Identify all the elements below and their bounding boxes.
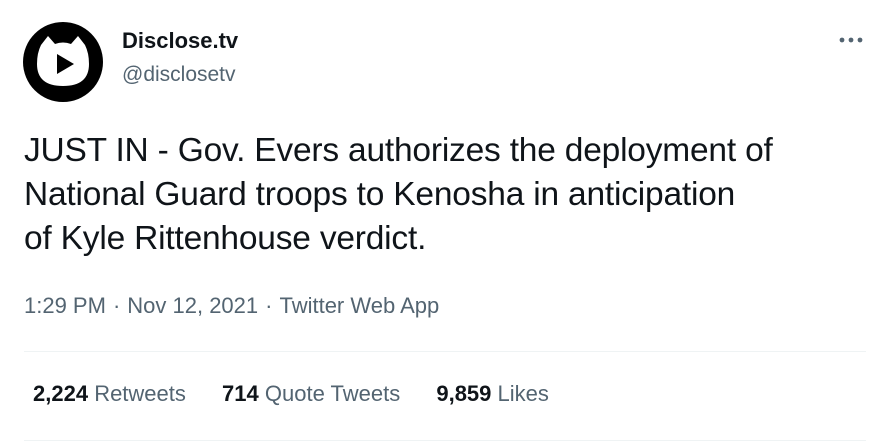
more-dots-icon: [839, 37, 863, 43]
tweet-detail: Disclose.tv @disclosetv JUST IN - Gov. E…: [0, 0, 894, 443]
tweet-text-line: JUST IN - Gov. Evers authorizes the depl…: [24, 132, 773, 169]
author-display-name[interactable]: Disclose.tv: [122, 26, 238, 56]
quote-tweets-count: 714: [222, 381, 259, 406]
tweet-date[interactable]: Nov 12, 2021: [127, 293, 258, 318]
retweets-count: 2,224: [33, 381, 89, 406]
quote-tweets-label: Quote Tweets: [264, 381, 401, 406]
tweet-text: JUST IN - Gov. Evers authorizes the depl…: [24, 129, 874, 261]
tweet-meta: 1:29 PM · Nov 12, 2021 · Twitter Web App: [24, 291, 439, 321]
retweets-label: Retweets: [94, 381, 186, 406]
engagement-stats: 2,224 Retweets 714 Quote Tweets 9,859 Li…: [33, 379, 579, 409]
retweets-stat[interactable]: 2,224 Retweets: [33, 379, 186, 409]
meta-separator: ·: [265, 293, 273, 318]
play-cat-logo-icon: [37, 36, 89, 86]
divider: [24, 440, 866, 441]
avatar[interactable]: [23, 22, 103, 102]
likes-stat[interactable]: 9,859 Likes: [436, 379, 549, 409]
likes-count: 9,859: [436, 381, 492, 406]
likes-label: Likes: [497, 381, 549, 406]
meta-separator: ·: [112, 293, 121, 318]
quote-tweets-stat[interactable]: 714 Quote Tweets: [222, 379, 400, 409]
author-handle[interactable]: @disclosetv: [122, 61, 236, 89]
more-options-button[interactable]: [833, 28, 869, 52]
tweet-source[interactable]: Twitter Web App: [279, 293, 439, 318]
tweet-time[interactable]: 1:29 PM: [24, 293, 106, 318]
tweet-text-line: National Guard troops to Kenosha in anti…: [24, 176, 736, 213]
tweet-text-line: of Kyle Rittenhouse verdict.: [24, 220, 427, 257]
divider: [24, 351, 866, 352]
